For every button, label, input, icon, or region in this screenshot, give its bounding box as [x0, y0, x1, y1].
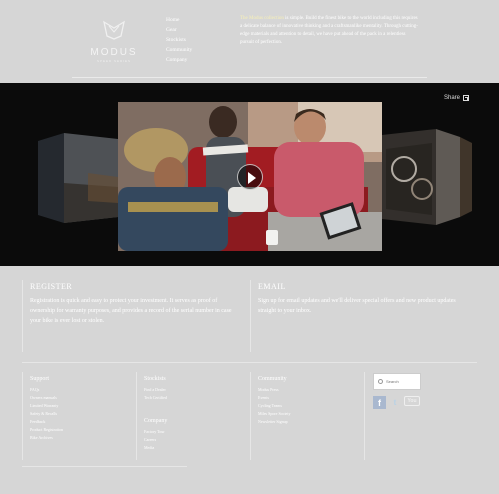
play-button[interactable] [237, 164, 263, 190]
register-text: Registration is quick and easy to protec… [30, 298, 232, 324]
carousel-slide-next[interactable] [382, 129, 472, 225]
brand-logo[interactable]: MODUS SPEED SERIES [84, 20, 144, 63]
nav-item-community[interactable]: Community [166, 45, 192, 55]
register-divider [22, 280, 23, 352]
nav-item-home[interactable]: Home [166, 15, 192, 25]
email-text: Sign up for email updates and we'll deli… [258, 298, 456, 314]
carousel-slide-prev[interactable] [38, 133, 118, 223]
footer-company: Company Factory Tour Careers Media [144, 418, 167, 452]
footer-link[interactable]: Modus Press [258, 386, 290, 394]
footer-bottom-divider [22, 466, 187, 467]
nav-item-company[interactable]: Company [166, 55, 192, 65]
footer-link[interactable]: Careers [144, 436, 167, 444]
logo-subtext: SPEED SERIES [96, 59, 131, 63]
footer-stockists: Stockists Find a Dealer Tech Certified [144, 376, 167, 402]
footer-link[interactable]: FAQs [30, 386, 63, 394]
footer-link[interactable]: Find a Dealer [144, 386, 167, 394]
company-heading[interactable]: Company [144, 418, 167, 424]
community-heading[interactable]: Community [258, 376, 290, 382]
footer-link[interactable]: Cycling Teams [258, 402, 290, 410]
footer-link[interactable]: Safety & Recalls [30, 410, 63, 418]
search-divider [364, 372, 365, 460]
search-input[interactable] [386, 379, 418, 384]
share-icon [463, 95, 469, 101]
share-label: Share [443, 95, 460, 101]
footer-link[interactable]: Owners manuals [30, 394, 63, 402]
nav-item-stockists[interactable]: Stockists [166, 35, 192, 45]
footer-link[interactable]: Limited Warranty [30, 402, 63, 410]
logo-text: MODUS [90, 47, 138, 58]
footer-link[interactable]: Events [258, 394, 290, 402]
email-divider [250, 280, 251, 352]
youtube-icon[interactable]: You [404, 396, 420, 406]
support-divider [22, 372, 23, 460]
footer-link[interactable]: Bike Archives [30, 434, 63, 442]
support-heading[interactable]: Support [30, 376, 63, 382]
intro-text: The Modus collection is simple. Build th… [240, 15, 420, 47]
footer-support: Support FAQs Owners manuals Limited Warr… [30, 376, 63, 442]
footer-link[interactable]: Media [144, 444, 167, 452]
intro-brand[interactable]: The Modus collection [240, 16, 284, 21]
top-nav: Home Gear Stockists Community Company [166, 15, 192, 65]
twitter-icon[interactable]: t [389, 396, 401, 408]
footer-link[interactable]: Newsletter Signup [258, 418, 290, 426]
footer-search [373, 373, 421, 390]
nav-item-gear[interactable]: Gear [166, 25, 192, 35]
footer-link[interactable]: Factory Tour [144, 428, 167, 436]
footer-divider [22, 362, 477, 363]
register-title[interactable]: REGISTER [30, 282, 72, 291]
community-divider [250, 372, 251, 460]
footer-link[interactable]: Feedback [30, 418, 63, 426]
stockists-divider [136, 372, 137, 460]
header-divider [72, 77, 427, 78]
logo-emblem-icon [103, 20, 125, 40]
video-carousel: Share [0, 83, 499, 266]
footer-link[interactable]: Miles Spore Society [258, 410, 290, 418]
email-title[interactable]: EMAIL [258, 282, 286, 291]
stockists-heading[interactable]: Stockists [144, 376, 167, 382]
facebook-icon[interactable]: f [373, 396, 386, 409]
search-icon [378, 379, 383, 384]
share-button[interactable]: Share [444, 95, 469, 101]
footer-link[interactable]: Tech Certified [144, 394, 167, 402]
footer-community: Community Modus Press Events Cycling Tea… [258, 376, 290, 426]
footer-link[interactable]: Product Registration [30, 426, 63, 434]
